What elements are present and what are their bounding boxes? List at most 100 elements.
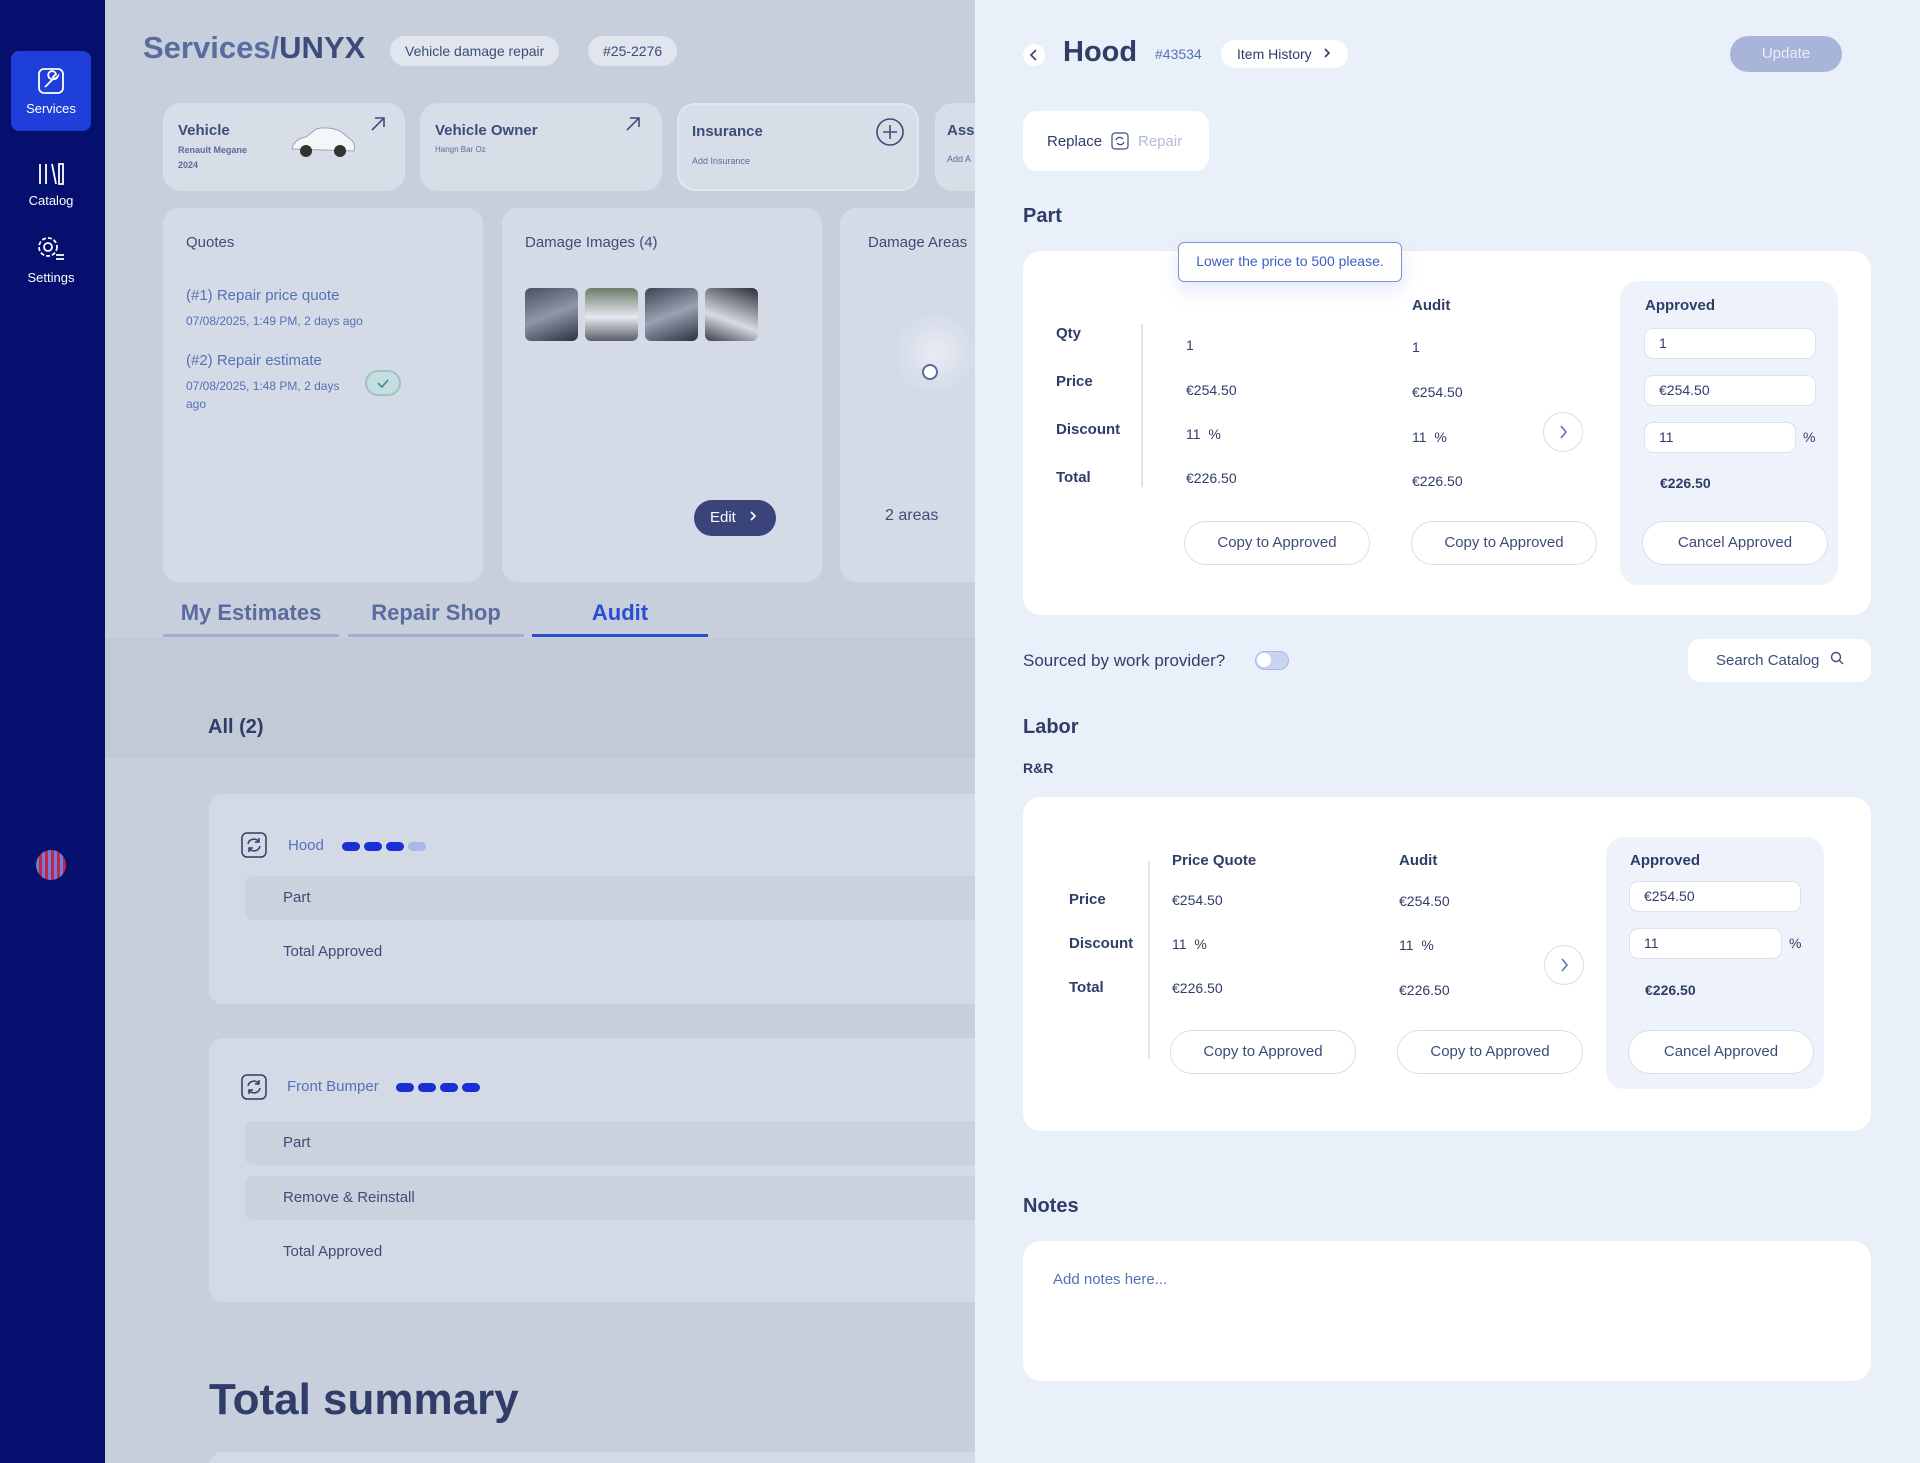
list-item-row[interactable]: Remove & Reinstall <box>245 1176 975 1220</box>
update-button[interactable]: Update <box>1730 36 1842 72</box>
check-icon <box>377 379 389 389</box>
damage-marker[interactable] <box>922 364 938 380</box>
user-avatar[interactable] <box>36 850 66 880</box>
vehicle-owner-card[interactable]: Vehicle Owner Hangn Bar Oz <box>420 103 662 191</box>
copy-quote-to-approved-button[interactable]: Copy to Approved <box>1170 1030 1356 1074</box>
audit-total: €226.50 <box>1399 982 1450 998</box>
replace-icon <box>241 1074 267 1100</box>
replace-icon <box>1111 132 1129 150</box>
approved-qty-input[interactable]: 1 <box>1644 328 1816 359</box>
tab-repair-shop[interactable]: Repair Shop <box>348 600 524 637</box>
cancel-approved-button[interactable]: Cancel Approved <box>1642 521 1828 565</box>
mode-repair[interactable]: Repair <box>1138 133 1182 150</box>
quote-link-1[interactable]: (#1) Repair price quote <box>186 287 339 304</box>
summary-card <box>209 1452 975 1463</box>
approved-total: €226.50 <box>1660 475 1711 491</box>
quote-date-1: 07/08/2025, 1:49 PM, 2 days ago <box>186 314 363 328</box>
list-item-name: Hood <box>288 837 324 854</box>
list-item-row[interactable]: Part <box>245 876 975 920</box>
percent-sign: % <box>1789 935 1802 951</box>
add-insurance-link[interactable]: Add Insurance <box>692 156 750 166</box>
car-diagram[interactable] <box>890 308 975 398</box>
part-card: Qty Price Discount Total 1 €254.50 11 % … <box>1023 251 1871 615</box>
drawer-title: Hood <box>1063 36 1138 68</box>
mode-toggle[interactable]: Replace Repair <box>1023 111 1209 171</box>
approved-discount-input[interactable]: 11 <box>1644 422 1796 453</box>
list-item[interactable]: Hood Part Total Approved <box>209 794 975 1004</box>
item-history-label: Item History <box>1237 46 1312 62</box>
cancel-approved-button[interactable]: Cancel Approved <box>1628 1030 1814 1074</box>
job-id-chip: #25-2276 <box>588 36 678 66</box>
approved-price-input[interactable]: €254.50 <box>1629 881 1801 912</box>
item-history-button[interactable]: Item History <box>1221 40 1348 68</box>
quote-discount: 11 % <box>1172 936 1207 952</box>
copy-audit-arrow-button[interactable] <box>1544 945 1584 985</box>
item-id: #43534 <box>1155 46 1202 62</box>
edit-images-button[interactable]: Edit <box>694 500 776 536</box>
divider <box>1141 324 1143 487</box>
sourced-toggle[interactable] <box>1255 651 1289 670</box>
damage-image-thumb[interactable] <box>645 288 698 341</box>
copy-audit-arrow-button[interactable] <box>1543 412 1583 452</box>
sidebar-item-settings[interactable]: Settings <box>11 232 91 312</box>
notes-field[interactable]: Add notes here... <box>1023 1241 1871 1381</box>
back-chevron-icon[interactable] <box>1022 43 1046 67</box>
wrench-icon <box>38 68 64 94</box>
quotes-title: Quotes <box>186 234 235 251</box>
percent-sign: % <box>1434 429 1447 445</box>
chevron-right-icon <box>1324 48 1330 58</box>
damage-image-thumb[interactable] <box>585 288 638 341</box>
quote-link-2[interactable]: (#2) Repair estimate <box>186 352 322 369</box>
progress-step <box>440 1083 458 1093</box>
insurance-card[interactable]: Insurance Add Insurance <box>677 103 919 191</box>
copy-audit-to-approved-button[interactable]: Copy to Approved <box>1411 521 1597 565</box>
copy-quote-to-approved-button[interactable]: Copy to Approved <box>1184 521 1370 565</box>
row-label-qty: Qty <box>1056 325 1082 342</box>
quote-discount-value: 11 <box>1186 426 1201 442</box>
audit-discount: 11 % <box>1399 937 1434 953</box>
tab-my-estimates[interactable]: My Estimates <box>163 600 339 637</box>
filter-all[interactable]: All (2) <box>208 716 264 739</box>
progress-step <box>364 842 382 852</box>
damage-images-panel: Damage Images (4) Edit <box>502 208 822 582</box>
car-image <box>291 127 355 157</box>
tab-audit[interactable]: Audit <box>532 600 708 637</box>
damage-image-thumb[interactable] <box>525 288 578 341</box>
breadcrumb: Services/UNYX <box>143 30 365 66</box>
replace-icon <box>241 832 267 858</box>
approved-price-input[interactable]: €254.50 <box>1644 375 1816 406</box>
quote-total: €226.50 <box>1172 980 1223 996</box>
audit-price: €254.50 <box>1412 384 1463 400</box>
assessor-card[interactable]: Ass Add A <box>935 103 975 191</box>
sourced-label: Sourced by work provider? <box>1023 651 1226 670</box>
approved-discount-input[interactable]: 11 <box>1629 928 1782 959</box>
filter-bar: All (2) <box>105 638 975 758</box>
list-item-row[interactable]: Part <box>245 1121 975 1165</box>
arrow-up-right-icon[interactable] <box>625 116 641 132</box>
percent-sign: % <box>1194 936 1207 952</box>
damage-images-title: Damage Images (4) <box>525 234 658 251</box>
damage-image-thumb[interactable] <box>705 288 758 341</box>
breadcrumb-parent[interactable]: Services/ <box>143 30 279 65</box>
copy-audit-to-approved-button[interactable]: Copy to Approved <box>1397 1030 1583 1074</box>
quote-qty: 1 <box>1186 337 1194 353</box>
search-catalog-button[interactable]: Search Catalog <box>1688 639 1871 682</box>
quote-price: €254.50 <box>1172 892 1223 908</box>
arrow-up-right-icon[interactable] <box>370 116 386 132</box>
list-item[interactable]: Front Bumper Part Remove & Reinstall Tot… <box>209 1038 975 1302</box>
audit-discount: 11 % <box>1412 429 1447 445</box>
sidebar-item-catalog[interactable]: Catalog <box>11 155 91 235</box>
plus-circle-icon[interactable] <box>875 117 905 147</box>
vehicle-model: Renault Megane <box>178 145 248 155</box>
progress-step <box>386 842 404 852</box>
insurance-card-title: Insurance <box>692 123 763 140</box>
audit-total: €226.50 <box>1412 473 1463 489</box>
sidebar-item-label: Settings <box>27 270 75 285</box>
main-content: Services/UNYX Vehicle damage repair #25-… <box>105 0 975 1463</box>
quote-total: €226.50 <box>1186 470 1237 486</box>
sidebar-item-services[interactable]: Services <box>11 51 91 131</box>
vehicle-card[interactable]: Vehicle Renault Megane 2024 <box>163 103 405 191</box>
add-assessor-link[interactable]: Add A <box>947 154 971 164</box>
percent-sign: % <box>1803 429 1816 445</box>
mode-replace[interactable]: Replace <box>1047 133 1102 150</box>
